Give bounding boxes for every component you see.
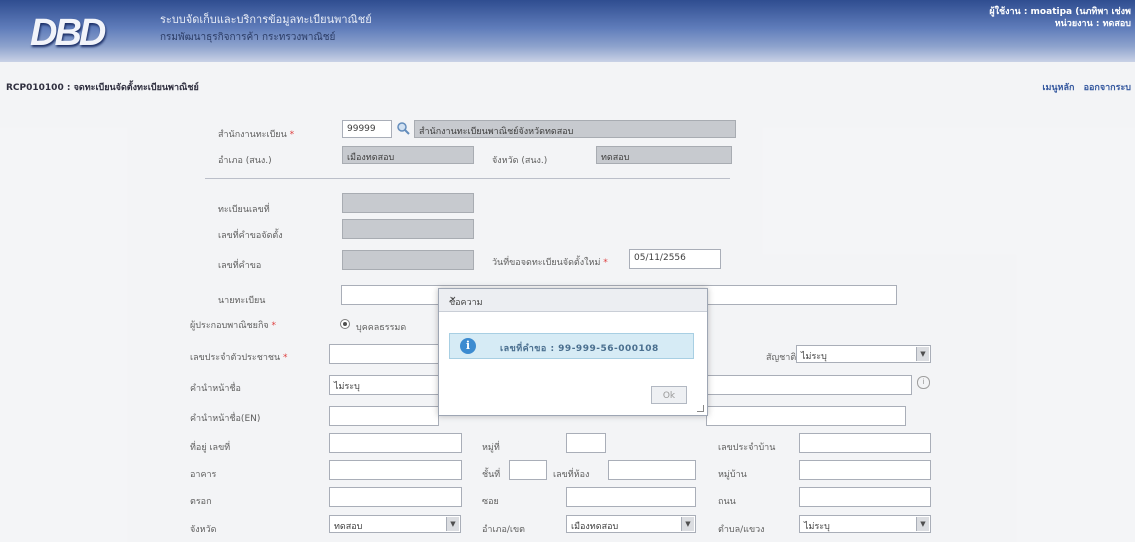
ok-button[interactable]: Ok (651, 386, 687, 404)
dbd-logo: DBD (30, 12, 106, 54)
dialog-message-box: i เลขที่คำขอ : 99-999-56-000108 (449, 333, 694, 359)
dialog-titlebar[interactable]: ข้อความ × (439, 289, 707, 312)
close-icon[interactable]: × (449, 295, 699, 305)
system-title: ระบบจัดเก็บและบริการข้อมูลทะเบียนพาณิชย์ (160, 13, 372, 26)
dialog-message: เลขที่คำขอ : 99-999-56-000108 (500, 344, 659, 354)
resize-handle[interactable] (697, 405, 704, 412)
message-dialog: ข้อความ × i เลขที่คำขอ : 99-999-56-00010… (438, 288, 708, 416)
user-name: ผู้ใช้งาน : moatipa (นภทิพา เช่งพ (989, 7, 1131, 17)
app-header: DBD ระบบจัดเก็บและบริการข้อมูลทะเบียนพาณ… (0, 0, 1135, 62)
info-icon: i (460, 338, 476, 354)
user-unit: หน่วยงาน : ทดสอบ (1054, 19, 1131, 29)
user-info: ผู้ใช้งาน : moatipa (นภทิพา เช่งพ หน่วยง… (989, 6, 1131, 30)
department-name: กรมพัฒนาธุรกิจการค้า กระทรวงพาณิชย์ (160, 32, 336, 43)
